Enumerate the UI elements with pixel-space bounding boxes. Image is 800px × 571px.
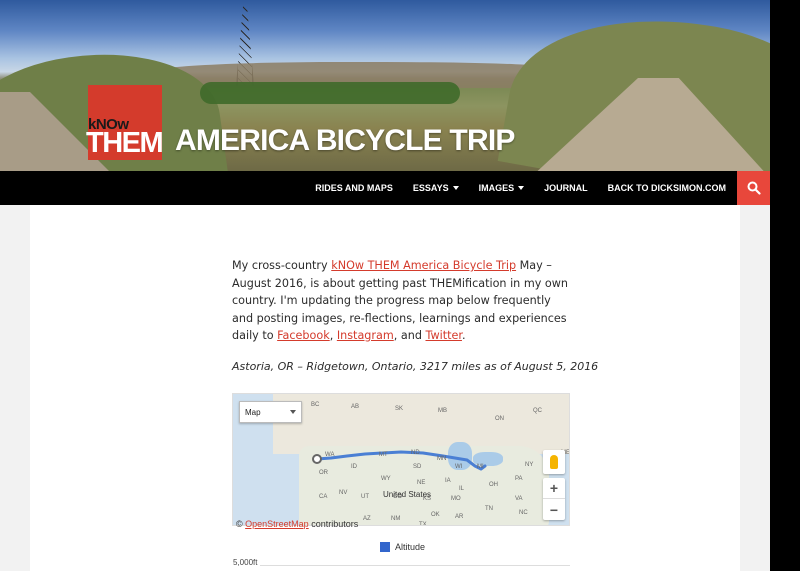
map-attribution: © OpenStreetMap contributors xyxy=(236,519,358,529)
separator-text: , xyxy=(329,329,337,342)
map-state-label: AZ xyxy=(363,516,371,522)
map-state-label: MN xyxy=(437,456,447,462)
nav-item-label: ESSAYS xyxy=(412,183,449,193)
separator-text: , and xyxy=(393,329,426,342)
legend-swatch xyxy=(380,542,390,552)
nav-item-images[interactable]: IMAGES xyxy=(469,183,535,193)
map-state-label: MI xyxy=(477,464,484,470)
nav-item-label: BACK TO DICKSIMON.COM xyxy=(607,183,726,193)
map-state-label: NM xyxy=(391,516,401,522)
attribution-prefix: © xyxy=(236,519,246,529)
nav-item-back-to-dicksimon[interactable]: BACK TO DICKSIMON.COM xyxy=(598,183,736,193)
legend-label: Altitude xyxy=(395,542,426,552)
instagram-link[interactable]: Instagram xyxy=(337,329,394,342)
caret-down-icon xyxy=(518,186,525,190)
page-edge xyxy=(770,0,800,571)
map-state-label: SD xyxy=(413,464,422,470)
map-state-label: ID xyxy=(351,464,357,470)
map-country-label: United States xyxy=(383,490,432,499)
nav-item-journal[interactable]: JOURNAL xyxy=(534,183,598,193)
chart-gridline xyxy=(260,565,570,566)
logo-them-text: THEM xyxy=(86,127,164,159)
intro-paragraph: My cross-country kNOw THEM America Bicyc… xyxy=(232,257,572,345)
main-nav: RIDES AND MAPS ESSAYS IMAGES JOURNAL BAC… xyxy=(0,171,770,205)
map-state-label: WY xyxy=(381,476,391,482)
map-state-label: UT xyxy=(361,494,369,500)
map-state-label: NE xyxy=(417,480,426,486)
search-icon xyxy=(747,181,761,195)
openstreetmap-link[interactable]: OpenStreetMap xyxy=(245,519,309,529)
right-gutter xyxy=(740,205,770,571)
nav-item-label: IMAGES xyxy=(478,183,515,193)
y-axis-label: 5,000ft xyxy=(233,558,258,567)
zoom-out-button[interactable]: − xyxy=(543,499,565,520)
map-type-select[interactable]: Map xyxy=(239,401,302,423)
map-type-value: Map xyxy=(245,407,261,417)
map-state-label: QC xyxy=(533,408,542,414)
nav-item-rides-and-maps[interactable]: RIDES AND MAPS xyxy=(305,183,403,193)
map-state-label: ND xyxy=(411,450,420,456)
search-button[interactable] xyxy=(737,171,770,205)
map-state-label: MB xyxy=(438,408,447,414)
map-state-label: NY xyxy=(525,462,534,468)
map-state-label: WA xyxy=(325,452,335,458)
street-view-pegman-icon[interactable] xyxy=(543,450,565,474)
nav-item-label: RIDES AND MAPS xyxy=(315,183,393,193)
map-state-label: MO xyxy=(451,496,461,502)
map-state-label: IL xyxy=(459,486,465,492)
nav-menu: RIDES AND MAPS ESSAYS IMAGES JOURNAL BAC… xyxy=(305,171,736,205)
map-state-label: NC xyxy=(519,510,528,516)
chart-legend: Altitude xyxy=(380,542,425,552)
facebook-link[interactable]: Facebook xyxy=(277,329,330,342)
map-state-label: BC xyxy=(311,402,320,408)
map-state-label: OR xyxy=(319,470,328,476)
map-state-label: TX xyxy=(419,522,427,526)
route-start-marker[interactable] xyxy=(312,454,322,464)
map-state-label: MT xyxy=(379,452,388,458)
left-gutter xyxy=(0,205,30,571)
map-state-label: CA xyxy=(319,494,328,500)
site-title[interactable]: AMERICA BICYCLE TRIP xyxy=(175,124,515,158)
map-state-label: VA xyxy=(515,496,523,502)
map-state-label: PA xyxy=(515,476,523,482)
zoom-control: + − xyxy=(543,478,565,520)
map-state-label: ON xyxy=(495,416,504,422)
trip-link[interactable]: kNOw THEM America Bicycle Trip xyxy=(331,259,516,272)
nav-item-essays[interactable]: ESSAYS xyxy=(403,183,469,193)
map-state-label: SK xyxy=(395,406,404,412)
map-state-label: AB xyxy=(351,404,360,410)
trees-image xyxy=(200,82,460,104)
twitter-link[interactable]: Twitter xyxy=(425,329,461,342)
intro-text: My cross-country xyxy=(232,259,332,272)
route-map[interactable]: BC WA OR NV CA ID MT WY UT AZ NM CO ND SD NE KS OK TX MN IA… xyxy=(232,393,570,526)
map-state-label: OK xyxy=(431,512,440,518)
end-text: . xyxy=(461,329,466,342)
nav-item-label: JOURNAL xyxy=(544,183,588,193)
caret-down-icon xyxy=(452,186,459,190)
chevron-down-icon xyxy=(290,410,296,414)
route-caption: Astoria, OR – Ridgetown, Ontario, 3217 m… xyxy=(232,360,599,373)
map-state-label: OH xyxy=(489,482,498,488)
attribution-suffix: contributors xyxy=(308,519,359,529)
map-state-label: WI xyxy=(455,464,463,470)
map-state-label: TN xyxy=(485,506,493,512)
zoom-in-button[interactable]: + xyxy=(543,478,565,499)
map-state-label: AR xyxy=(455,514,464,520)
map-state-label: IA xyxy=(445,478,451,484)
map-state-label: NV xyxy=(339,490,348,496)
